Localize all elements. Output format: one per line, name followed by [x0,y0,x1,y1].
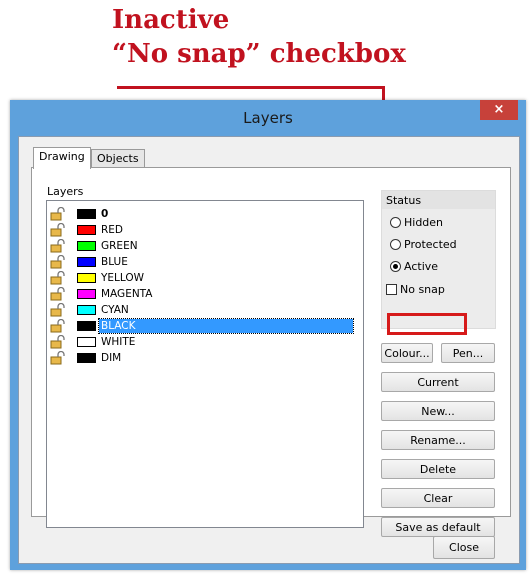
no-snap-label: No snap [400,283,445,296]
unlocked-padlock-icon[interactable] [50,270,66,285]
unlocked-padlock-icon[interactable] [50,350,66,365]
layer-row[interactable]: MAGENTA [47,286,361,301]
layers-group-label: Layers [47,185,84,198]
layer-name: WHITE [101,336,136,348]
layer-name: YELLOW [101,272,145,284]
layer-row[interactable]: YELLOW [47,270,361,285]
unlocked-padlock-icon[interactable] [50,206,66,221]
layer-row[interactable]: GREEN [47,238,361,253]
layers-dialog: Layers × Drawing Objects Layers 0 RED GREE… [10,100,526,570]
layer-row[interactable]: BLUE [47,254,361,269]
layer-color-swatch[interactable] [77,289,96,299]
save-as-default-button[interactable]: Save as default [381,517,495,537]
window-title: Layers [243,109,293,127]
radio-protected-label: Protected [404,238,457,251]
layer-color-swatch[interactable] [77,257,96,267]
radio-hidden-label: Hidden [404,216,444,229]
radio-protected-circle[interactable] [390,239,401,250]
rename-button[interactable]: Rename... [381,430,495,450]
radio-active-label: Active [404,260,439,273]
layer-name: GREEN [101,240,138,252]
unlocked-padlock-icon[interactable] [50,318,66,333]
delete-button[interactable]: Delete [381,459,495,479]
layer-row[interactable]: CYAN [47,302,361,317]
annotation-line-horizontal [117,86,385,89]
radio-hidden-circle[interactable] [390,217,401,228]
annotation-title: Inactive [112,5,230,35]
close-button[interactable]: Close [433,536,495,559]
annotation-subtitle: “No snap” checkbox [112,39,406,69]
unlocked-padlock-icon[interactable] [50,286,66,301]
unlocked-padlock-icon[interactable] [50,302,66,317]
layer-color-swatch[interactable] [77,337,96,347]
layer-color-swatch[interactable] [77,273,96,283]
layer-name: BLUE [101,256,128,268]
unlocked-padlock-icon[interactable] [50,222,66,237]
tab-drawing[interactable]: Drawing [33,147,91,169]
layer-row[interactable]: BLACK [47,318,361,334]
unlocked-padlock-icon[interactable] [50,254,66,269]
layer-color-swatch[interactable] [77,241,96,251]
layer-color-swatch[interactable] [77,321,96,331]
layer-row[interactable]: 0 [47,206,361,221]
layer-color-swatch[interactable] [77,353,96,363]
tab-objects[interactable]: Objects [91,149,145,168]
layer-name: MAGENTA [101,288,153,300]
current-button[interactable]: Current [381,372,495,392]
layer-row[interactable]: WHITE [47,334,361,349]
clear-button[interactable]: Clear [381,488,495,508]
layer-row[interactable]: RED [47,222,361,237]
layer-color-swatch[interactable] [77,209,96,219]
radio-active-circle[interactable] [390,261,401,272]
close-icon[interactable]: × [480,100,518,120]
colour-button[interactable]: Colour... [381,343,433,363]
layer-name: 0 [101,208,109,220]
layer-name: CYAN [101,304,129,316]
layer-row[interactable]: DIM [47,350,361,365]
layer-name: DIM [101,352,122,364]
layers-list[interactable]: 0 RED GREEN BLUE YELLOW MAGENTA CYAN BLACK WHITE… [46,200,364,528]
pen-button[interactable]: Pen... [441,343,495,363]
no-snap-box[interactable] [386,284,397,295]
unlocked-padlock-icon[interactable] [50,334,66,349]
title-bar[interactable]: Layers × [10,100,526,136]
status-group: Status Hidden Protected Active No snap [381,190,496,329]
no-snap-highlight [387,313,467,335]
unlocked-padlock-icon[interactable] [50,238,66,253]
layer-color-swatch[interactable] [77,225,96,235]
new-button[interactable]: New... [381,401,495,421]
layer-name: RED [101,224,124,236]
layer-color-swatch[interactable] [77,305,96,315]
layer-name: BLACK [98,318,354,334]
dialog-client-area: Drawing Objects Layers 0 RED GREEN BLUE YELL… [18,136,520,564]
status-label: Status [386,194,422,207]
